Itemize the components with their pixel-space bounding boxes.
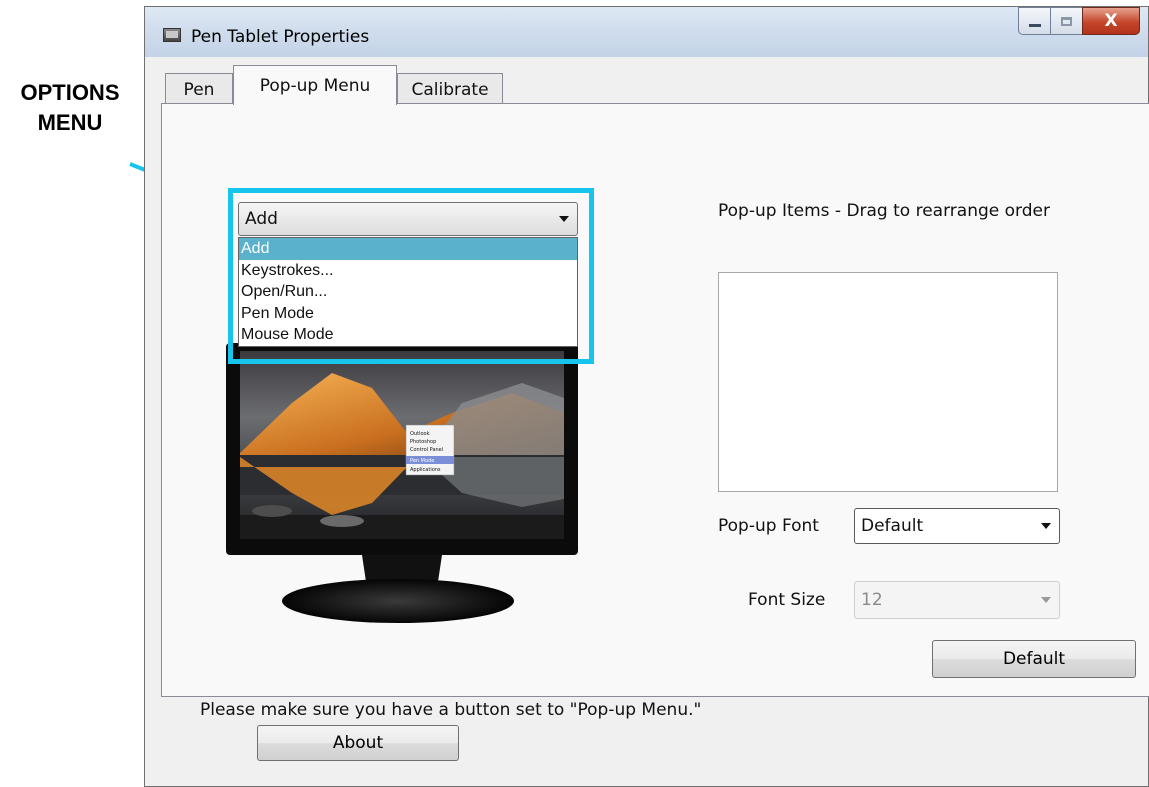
options-menu-select[interactable]: Add bbox=[238, 202, 578, 236]
option-add[interactable]: Add bbox=[239, 238, 577, 260]
close-icon: X bbox=[1104, 11, 1118, 31]
chevron-down-icon bbox=[559, 216, 569, 222]
options-menu-dropdown: Add Keystrokes... Open/Run... Pen Mode M… bbox=[238, 237, 578, 347]
options-menu-callout: OPTIONS MENU bbox=[0, 78, 140, 138]
chevron-down-icon bbox=[1041, 523, 1051, 529]
popup-items-label: Pop-up Items - Drag to rearrange order bbox=[718, 201, 1050, 221]
popup-font-label: Pop-up Font bbox=[718, 516, 819, 536]
option-mouse-mode[interactable]: Mouse Mode bbox=[239, 324, 577, 346]
font-size-value: 12 bbox=[861, 590, 883, 610]
title-bar[interactable]: Pen Tablet Properties X bbox=[145, 7, 1148, 57]
mini-menu-item: Outlook bbox=[410, 431, 430, 437]
callout-line-1: OPTIONS bbox=[20, 80, 120, 105]
close-button[interactable]: X bbox=[1082, 7, 1140, 35]
app-icon bbox=[163, 28, 181, 42]
option-pen-mode[interactable]: Pen Mode bbox=[239, 303, 577, 325]
popup-items-list[interactable] bbox=[718, 272, 1058, 492]
mini-menu-item: Photoshop bbox=[410, 439, 436, 445]
options-menu-value: Add bbox=[245, 209, 278, 229]
tab-pen[interactable]: Pen bbox=[165, 73, 233, 105]
option-keystrokes[interactable]: Keystrokes... bbox=[239, 260, 577, 282]
popup-menu-note: Please make sure you have a button set t… bbox=[200, 700, 702, 720]
window-controls: X bbox=[1018, 7, 1140, 37]
mini-menu-item: Applications bbox=[410, 467, 441, 473]
about-button[interactable]: About bbox=[257, 725, 459, 761]
tab-calibrate[interactable]: Calibrate bbox=[397, 73, 503, 105]
default-button[interactable]: Default bbox=[932, 640, 1136, 678]
mini-menu-item: Pen Mode bbox=[410, 458, 434, 464]
font-size-label: Font Size bbox=[748, 590, 826, 610]
font-size-select: 12 bbox=[854, 581, 1060, 619]
popup-font-value: Default bbox=[861, 516, 924, 536]
maximize-button[interactable] bbox=[1050, 7, 1082, 35]
pen-tablet-properties-window: Pen Tablet Properties X Pen Pop-up Menu … bbox=[144, 6, 1149, 787]
mini-menu-item: Control Panel bbox=[410, 447, 443, 453]
maximize-icon bbox=[1061, 16, 1072, 26]
tab-label: Pop-up Menu bbox=[259, 75, 371, 96]
minimize-button[interactable] bbox=[1018, 7, 1050, 35]
option-open-run[interactable]: Open/Run... bbox=[239, 281, 577, 303]
window-title: Pen Tablet Properties bbox=[191, 27, 370, 47]
minimize-icon bbox=[1028, 23, 1041, 27]
chevron-down-icon bbox=[1041, 597, 1051, 603]
tab-label: Calibrate bbox=[411, 79, 489, 100]
tab-label: Pen bbox=[183, 79, 215, 100]
popup-font-select[interactable]: Default bbox=[854, 508, 1060, 544]
callout-line-2: MENU bbox=[37, 110, 103, 135]
popup-menu-panel: Add Add Keystrokes... Open/Run... Pen Mo… bbox=[161, 103, 1149, 720]
tab-popup-menu[interactable]: Pop-up Menu bbox=[233, 65, 397, 105]
monitor-preview-image: Outlook Photoshop Control Panel Pen Mode… bbox=[226, 343, 578, 623]
client-area: Pen Pop-up Menu Calibrate Add Add Keystr… bbox=[153, 57, 1149, 778]
